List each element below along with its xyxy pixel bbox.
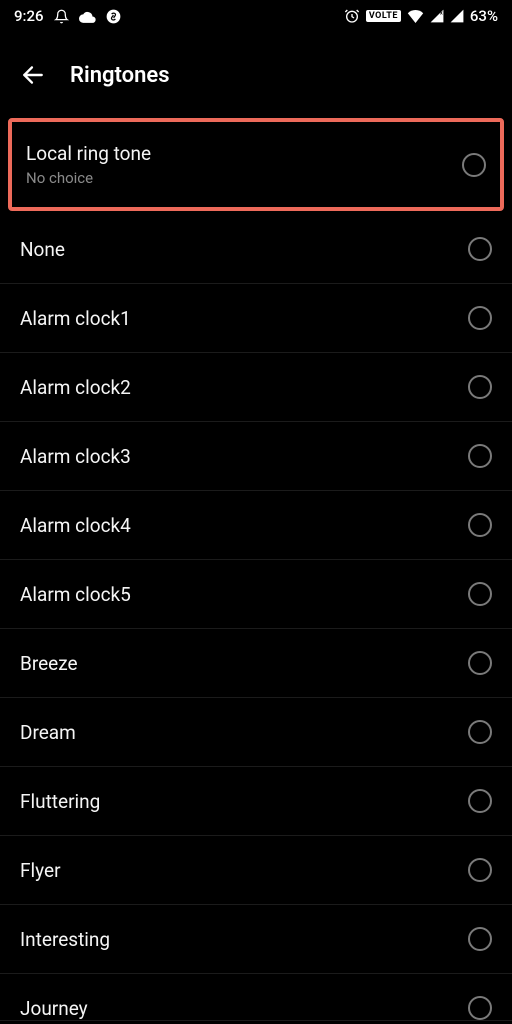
battery-percent: 63% [470,7,498,25]
status-time: 9:26 [14,7,44,25]
item-label: Flyer [20,859,61,882]
radio-icon[interactable] [468,720,492,744]
radio-icon[interactable] [468,996,492,1020]
list-item[interactable]: Interesting [0,905,512,974]
item-label: Interesting [20,928,110,951]
page-title: Ringtones [70,63,170,88]
list-item[interactable]: Alarm clock5 [0,560,512,629]
cloud-icon [79,10,96,23]
highlighted-item: Local ring tone No choice [8,118,504,211]
item-label: Dream [20,721,76,744]
item-subtitle: No choice [26,169,151,187]
ringtone-list: None Alarm clock1 Alarm clock2 Alarm clo… [0,211,512,1021]
radio-icon[interactable] [468,582,492,606]
alarm-icon [344,8,360,24]
radio-icon[interactable] [468,375,492,399]
radio-icon[interactable] [462,153,486,177]
item-label: Alarm clock2 [20,376,131,399]
radio-icon[interactable] [468,513,492,537]
list-item[interactable]: Flyer [0,836,512,905]
item-label: None [20,238,65,261]
radio-icon[interactable] [468,789,492,813]
item-label: Alarm clock5 [20,583,131,606]
list-item[interactable]: Alarm clock3 [0,422,512,491]
shazam-icon [106,9,121,24]
radio-icon[interactable] [468,306,492,330]
radio-icon[interactable] [468,858,492,882]
item-label: Journey [20,997,88,1020]
item-title: Local ring tone [26,142,151,165]
back-icon[interactable] [20,62,46,88]
item-label: Alarm clock3 [20,445,131,468]
item-label: Alarm clock4 [20,514,131,537]
svg-text:x: x [440,10,443,16]
wifi-icon [407,9,424,23]
signal-x-icon: x [430,9,444,23]
list-item[interactable]: Alarm clock1 [0,284,512,353]
bell-icon [54,9,69,24]
list-item[interactable]: Journey [0,974,512,1021]
list-item[interactable]: Alarm clock4 [0,491,512,560]
list-item[interactable]: Breeze [0,629,512,698]
radio-icon[interactable] [468,237,492,261]
item-text: Local ring tone No choice [26,142,151,187]
status-left: 9:26 [14,7,121,25]
local-ringtone-item[interactable]: Local ring tone No choice [12,122,500,207]
radio-icon[interactable] [468,651,492,675]
item-label: Fluttering [20,790,100,813]
header: Ringtones [0,32,512,118]
radio-icon[interactable] [468,444,492,468]
item-label: Alarm clock1 [20,307,131,330]
status-bar: 9:26 VOLTE x 63% [0,0,512,32]
volte-badge: VOLTE [366,10,401,22]
list-item[interactable]: Fluttering [0,767,512,836]
list-item[interactable]: Dream [0,698,512,767]
item-label: Breeze [20,652,78,675]
signal-icon [450,9,464,23]
list-item[interactable]: None [0,215,512,284]
list-item[interactable]: Alarm clock2 [0,353,512,422]
status-right: VOLTE x 63% [344,7,498,25]
radio-icon[interactable] [468,927,492,951]
